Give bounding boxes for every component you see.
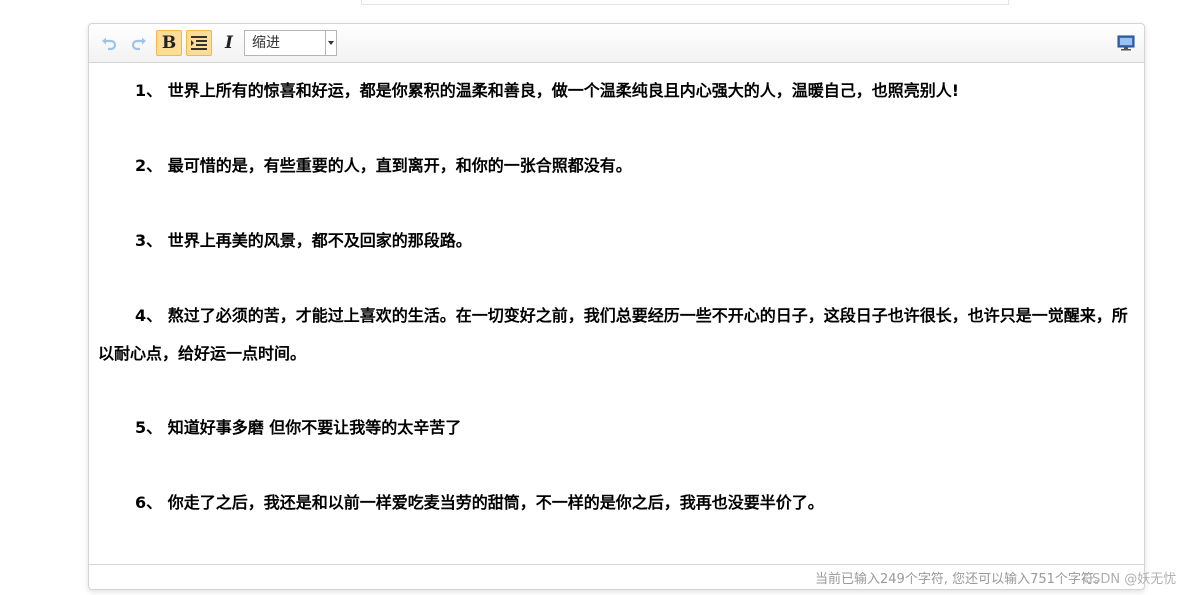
editor-toolbar: B I 缩进 <box>89 24 1144 63</box>
paragraph-6: 6、 你走了之后，我还是和以前一样爱吃麦当劳的甜筒，不一样的是你之后，我再也没要… <box>135 493 824 512</box>
top-input-strip <box>361 0 1009 5</box>
rich-text-editor: B I 缩进 1、 世界上所有的惊喜和好运，都是你累积的温柔和善良，做一个温柔纯… <box>88 23 1145 590</box>
indent-select[interactable]: 缩进 <box>244 30 337 56</box>
fullscreen-button[interactable] <box>1113 30 1139 56</box>
paragraph-4: 4、 熬过了必须的苦，才能过上喜欢的生活。在一切变好之前，我们总要经历一些不开心… <box>98 306 1128 363</box>
watermark-label: CSDN @妖无忧 <box>1083 572 1177 587</box>
chevron-down-icon <box>325 31 336 55</box>
fullscreen-monitor-icon <box>1117 35 1135 51</box>
editor-content-area[interactable]: 1、 世界上所有的惊喜和好运，都是你累积的温柔和善良，做一个温柔纯良且内心强大的… <box>89 63 1144 564</box>
bold-button[interactable]: B <box>156 30 182 56</box>
indent-list-button[interactable] <box>186 30 212 56</box>
indent-select-value: 缩进 <box>252 35 280 51</box>
paragraph-5: 5、 知道好事多磨 但你不要让我等的太辛苦了 <box>135 418 462 437</box>
redo-button[interactable] <box>126 30 152 56</box>
italic-button[interactable]: I <box>216 30 242 56</box>
italic-icon: I <box>225 33 233 53</box>
paragraph-1: 1、 世界上所有的惊喜和好运，都是你累积的温柔和善良，做一个温柔纯良且内心强大的… <box>135 81 960 100</box>
paragraph-3: 3、 世界上再美的风景，都不及回家的那段路。 <box>135 231 472 250</box>
undo-button[interactable] <box>96 30 122 56</box>
paragraph-2: 2、 最可惜的是，有些重要的人，直到离开，和你的一张合照都没有。 <box>135 156 632 175</box>
indent-list-icon <box>191 36 207 50</box>
character-count-status: 当前已输入249个字符, 您还可以输入751个字符。 <box>815 572 1107 587</box>
redo-icon <box>131 37 146 51</box>
bold-icon: B <box>161 33 177 53</box>
undo-icon <box>102 37 117 51</box>
